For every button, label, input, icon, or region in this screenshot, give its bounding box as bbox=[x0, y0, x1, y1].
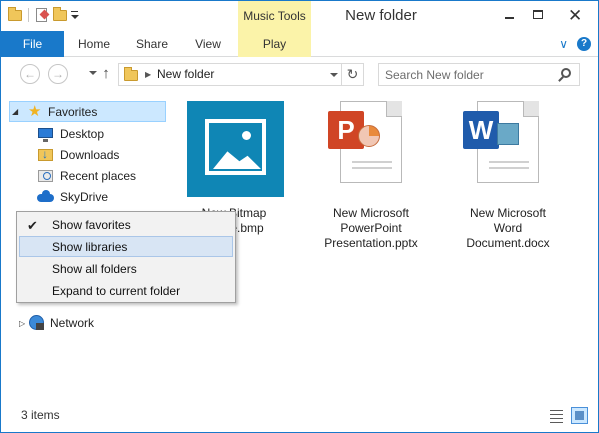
nav-item-label: Network bbox=[50, 316, 95, 330]
tab-play[interactable]: Play bbox=[238, 31, 311, 57]
recent-places-icon bbox=[37, 168, 54, 184]
window-title: New folder bbox=[345, 7, 417, 24]
nav-item-label: SkyDrive bbox=[60, 190, 109, 204]
downloads-icon bbox=[37, 147, 54, 163]
music-tools-header: Music Tools bbox=[238, 1, 311, 31]
nav-item-recent-places[interactable]: Recent places bbox=[37, 166, 167, 186]
menu-item-label: Show all folders bbox=[52, 262, 137, 276]
help-icon[interactable]: ? bbox=[577, 37, 591, 51]
menu-item-label: Show libraries bbox=[52, 240, 128, 254]
minimize-icon bbox=[505, 17, 514, 19]
bitmap-image-icon bbox=[179, 101, 289, 197]
ribbon-tabs: File Home Share View Play ∨ ? bbox=[1, 31, 598, 57]
quick-access-toolbar bbox=[7, 7, 80, 23]
window-controls: ✕ bbox=[496, 1, 598, 31]
nav-item-network[interactable]: ▷ Network bbox=[19, 313, 159, 333]
tab-view[interactable]: View bbox=[180, 31, 236, 57]
up-button[interactable]: ↑ bbox=[99, 65, 113, 83]
address-dropdown-icon[interactable] bbox=[330, 73, 338, 77]
folder-icon[interactable] bbox=[7, 7, 23, 23]
title-bar: Music Tools New folder ✕ bbox=[1, 1, 598, 31]
forward-button[interactable]: → bbox=[48, 64, 68, 84]
menu-item-expand-to-current-folder[interactable]: Expand to current folder bbox=[19, 281, 233, 302]
customize-qat-icon[interactable] bbox=[70, 7, 80, 23]
menu-item-show-favorites[interactable]: ✔ Show favorites bbox=[19, 215, 233, 236]
properties-icon[interactable] bbox=[34, 7, 50, 23]
search-box[interactable] bbox=[378, 63, 580, 86]
nav-item-desktop[interactable]: Desktop bbox=[37, 124, 167, 144]
search-input[interactable] bbox=[385, 66, 555, 83]
expand-arrow-icon[interactable]: ◢ bbox=[12, 107, 18, 117]
menu-item-label: Expand to current folder bbox=[52, 284, 181, 298]
menu-item-show-libraries[interactable]: Show libraries bbox=[19, 236, 233, 257]
address-folder-icon bbox=[124, 67, 138, 81]
navigation-bar: ← → ↑ ▶ New folder ↻ bbox=[1, 58, 598, 90]
file-name: New Microsoft PowerPoint Presentation.pp… bbox=[324, 206, 418, 250]
powerpoint-icon: P bbox=[316, 101, 426, 197]
breadcrumb-separator-icon[interactable]: ▶ bbox=[145, 64, 151, 85]
star-icon: ★ bbox=[28, 103, 42, 120]
maximize-icon bbox=[533, 10, 543, 19]
tab-file[interactable]: File bbox=[1, 31, 64, 57]
address-bar[interactable]: ▶ New folder ↻ bbox=[118, 63, 364, 86]
item-count: 3 items bbox=[21, 408, 60, 422]
word-icon: W bbox=[453, 101, 563, 197]
nav-item-skydrive[interactable]: SkyDrive bbox=[37, 187, 167, 207]
refresh-icon[interactable]: ↻ bbox=[341, 64, 363, 85]
qat-separator bbox=[28, 8, 29, 22]
breadcrumb[interactable]: New folder bbox=[157, 64, 214, 85]
file-name: New Microsoft Word Document.docx bbox=[466, 206, 550, 250]
check-icon: ✔ bbox=[27, 218, 38, 233]
details-view-icon[interactable] bbox=[548, 407, 565, 424]
search-icon[interactable] bbox=[561, 68, 571, 78]
new-folder-icon[interactable] bbox=[52, 7, 68, 23]
minimize-button[interactable] bbox=[496, 1, 524, 31]
back-button[interactable]: ← bbox=[20, 64, 40, 84]
status-bar: 3 items bbox=[1, 402, 598, 432]
nav-item-label: Desktop bbox=[60, 127, 105, 141]
nav-item-label: Recent places bbox=[60, 169, 137, 183]
desktop-icon bbox=[37, 126, 54, 142]
close-icon: ✕ bbox=[568, 6, 583, 25]
menu-item-show-all-folders[interactable]: Show all folders bbox=[19, 259, 233, 280]
recent-locations-icon[interactable] bbox=[89, 71, 97, 75]
nav-item-downloads[interactable]: Downloads bbox=[37, 145, 167, 165]
skydrive-icon bbox=[37, 189, 54, 205]
tab-share[interactable]: Share bbox=[124, 31, 180, 57]
close-button[interactable]: ✕ bbox=[552, 1, 598, 31]
explorer-window: Music Tools New folder ✕ File Home Share… bbox=[0, 0, 599, 433]
tab-home[interactable]: Home bbox=[64, 31, 124, 57]
nav-item-favorites[interactable]: ◢ ★ Favorites bbox=[9, 101, 166, 122]
nav-item-label: Downloads bbox=[60, 148, 120, 162]
menu-item-label: Show favorites bbox=[52, 218, 131, 232]
collapse-arrow-icon[interactable]: ▷ bbox=[19, 319, 25, 329]
maximize-button[interactable] bbox=[524, 1, 552, 31]
file-list: New Bitmap e.bmp P New Microsoft PowerPo… bbox=[174, 91, 598, 401]
navigation-pane-context-menu: ✔ Show favorites Show libraries Show all… bbox=[16, 211, 236, 303]
nav-item-label: Favorites bbox=[48, 105, 98, 119]
network-icon bbox=[29, 315, 44, 330]
large-icons-view-icon[interactable] bbox=[571, 407, 588, 424]
expand-ribbon-icon[interactable]: ∨ bbox=[559, 31, 568, 57]
